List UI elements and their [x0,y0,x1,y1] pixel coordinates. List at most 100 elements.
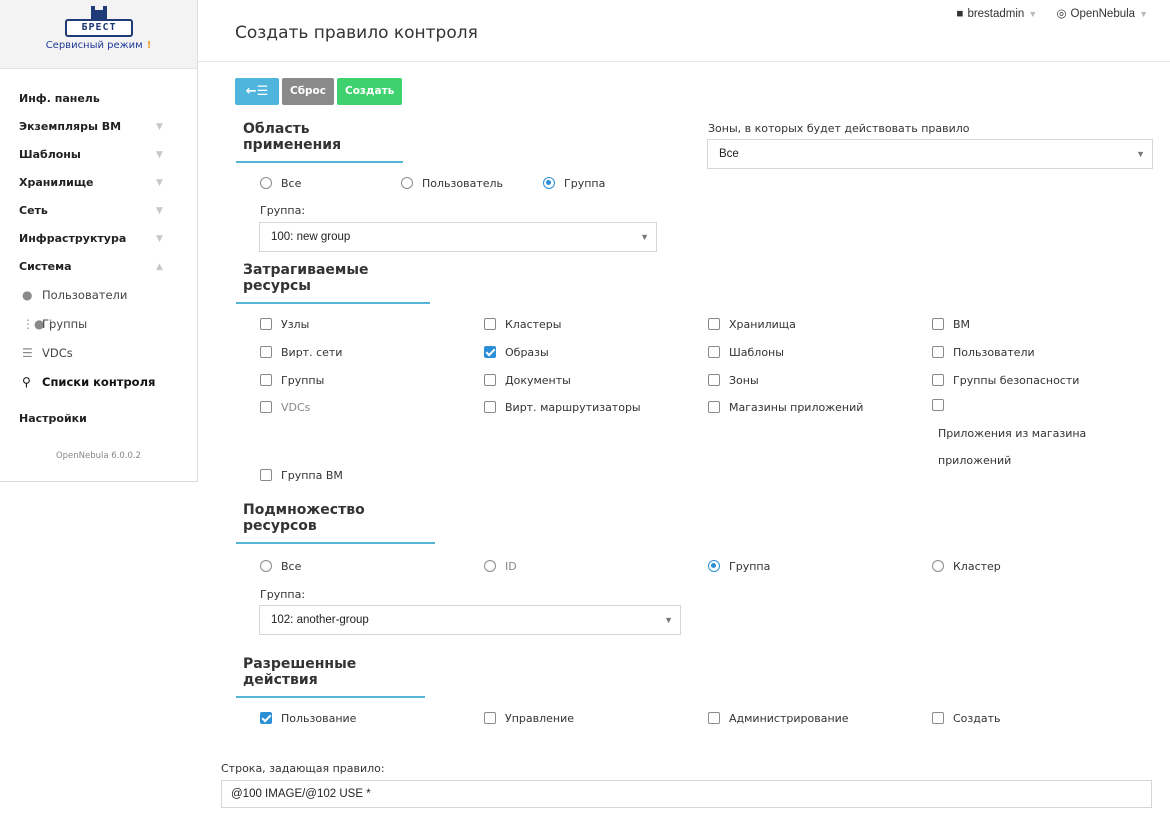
chevron-down-icon: ▼ [156,178,163,188]
subset-group-select[interactable]: 102: another-group ▼ [259,605,681,635]
users-icon: ⋮●⋮ [22,317,57,331]
radio-icon [401,177,413,189]
option-label: Кластер [953,560,1001,573]
action-admin-checkbox[interactable]: Администрирование [708,712,849,725]
create-button[interactable]: Создать [337,78,403,105]
brest-logo[interactable]: БРЕСТ [64,6,134,40]
section-title-resources: Затрагиваемые ресурсы [236,262,430,304]
chevron-up-icon: ▲ [156,262,163,272]
sidebar-item-infrastructure[interactable]: Инфраструктура ▼ [0,225,197,253]
scope-radio-user[interactable]: Пользователь [401,177,503,190]
sidebar-item-acls[interactable]: ⚲ Списки контроля [0,368,197,397]
option-label: Управление [505,712,575,725]
back-to-list-button[interactable]: ←☰ [235,78,279,105]
checkbox-icon [260,374,272,386]
rule-string-label: Строка, задающая правило: [221,762,385,775]
resource-users-checkbox[interactable]: Пользователи [932,346,1035,359]
resource-marketplaces-checkbox[interactable]: Магазины приложений [708,401,863,414]
chevron-down-icon: ▼ [156,234,163,244]
chevron-down-icon: ▼ [1028,9,1038,19]
reset-button[interactable]: Сброс [282,78,334,105]
action-manage-checkbox[interactable]: Управление [484,712,574,725]
option-label: Документы [505,374,571,387]
service-mode-label: Сервисный режим! [0,40,197,51]
option-label: Группы безопасности [953,374,1080,387]
subset-radio-group[interactable]: Группа [708,560,770,573]
subset-radio-cluster[interactable]: Кластер [932,560,1001,573]
action-use-checkbox[interactable]: Пользование [260,712,356,725]
resource-templates-checkbox[interactable]: Шаблоны [708,346,784,359]
checkbox-icon [932,712,944,724]
resource-secgroups-checkbox[interactable]: Группы безопасности [932,374,1079,387]
sidebar-item-network[interactable]: Сеть ▼ [0,197,197,225]
sidebar-item-settings[interactable]: Настройки [0,405,197,433]
resource-marketapps-checkbox[interactable]: Приложения из магазина приложений [932,399,1132,474]
resource-vnets-checkbox[interactable]: Вирт. сети [260,346,342,359]
resource-vrouters-checkbox[interactable]: Вирт. маршрутизаторы [484,401,641,414]
sidebar-item-label: Система [19,260,72,273]
section-title-scope: Область применения [236,121,403,163]
subset-radio-all[interactable]: Все [260,560,301,573]
checkbox-icon [708,712,720,724]
sidebar-item-label: VDCs [42,346,73,360]
resource-vmgroup-checkbox[interactable]: Группа ВМ [260,469,343,482]
subset-radio-id[interactable]: ID [484,560,517,573]
sidebar-item-system[interactable]: Система ▲ [0,253,197,281]
option-label: VDCs [281,401,311,414]
section-title-subset: Подмножество ресурсов [236,502,435,544]
sidebar-item-label: Шаблоны [19,148,81,161]
scope-radio-all[interactable]: Все [260,177,301,190]
sidebar-item-dashboard[interactable]: Инф. панель [0,85,197,113]
sidebar-nav: Инф. панель Экземпляры ВМ ▼ Шаблоны ▼ Хран… [0,69,197,461]
sidebar-item-vm-instances[interactable]: Экземпляры ВМ ▼ [0,113,197,141]
radio-selected-icon [543,177,555,189]
zones-select[interactable]: Все ▼ [707,139,1153,169]
rule-string-input[interactable]: @100 IMAGE/@102 USE * [221,780,1152,808]
sidebar-item-label: Экземпляры ВМ [19,120,122,133]
option-label: Пользование [281,712,357,725]
tower-icon [91,6,107,19]
vdc-icon: ☰ [22,346,33,360]
resource-groups-checkbox[interactable]: Группы [260,374,324,387]
radio-icon [932,560,944,572]
sidebar-item-templates[interactable]: Шаблоны ▼ [0,141,197,169]
option-label: Зоны [729,374,759,387]
option-label: Кластеры [505,318,562,331]
checkbox-icon [484,712,496,724]
option-label: Шаблоны [729,346,784,359]
scope-radio-group[interactable]: Группа [543,177,605,190]
sidebar: БРЕСТ Сервисный режим! Инф. панель Экзем… [0,0,198,482]
option-label: ВМ [953,318,971,331]
resource-datastores-checkbox[interactable]: Хранилища [708,318,796,331]
option-label: Узлы [281,318,310,331]
sidebar-item-label: Списки контроля [42,375,156,389]
chevron-down-icon: ▼ [1139,9,1148,19]
checkbox-icon [260,346,272,358]
checkbox-icon [260,401,272,413]
resource-hosts-checkbox[interactable]: Узлы [260,318,309,331]
subset-group-value: 102: another-group [271,614,369,626]
service-mode-text: Сервисный режим [45,40,143,51]
scope-group-select[interactable]: 100: new group ▼ [259,222,657,252]
sidebar-item-groups[interactable]: ⋮●⋮Группы [0,310,197,339]
option-label: ID [505,560,517,573]
sidebar-item-storage[interactable]: Хранилище ▼ [0,169,197,197]
resource-vdcs-checkbox[interactable]: VDCs [260,401,310,414]
zone-dropdown[interactable]: OpenNebula [1071,8,1136,20]
resource-zones-checkbox[interactable]: Зоны [708,374,759,387]
user-dropdown[interactable]: brestadmin [967,8,1024,20]
resource-documents-checkbox[interactable]: Документы [484,374,571,387]
resource-vms-checkbox[interactable]: ВМ [932,318,970,331]
sidebar-item-users[interactable]: ● Пользователи [0,281,197,310]
resource-images-checkbox[interactable]: Образы [484,346,549,359]
user-menu: ■ brestadmin ▼ ◎ OpenNebula ▼ [952,6,1160,20]
sidebar-item-vdcs[interactable]: ☰ VDCs [0,339,197,368]
action-create-checkbox[interactable]: Создать [932,712,1001,725]
warning-icon[interactable]: ! [147,40,152,51]
resource-clusters-checkbox[interactable]: Кластеры [484,318,561,331]
checkbox-icon [932,374,944,386]
chevron-down-icon: ▼ [640,232,649,242]
user-icon: ● [22,288,33,302]
radio-icon [260,177,272,189]
